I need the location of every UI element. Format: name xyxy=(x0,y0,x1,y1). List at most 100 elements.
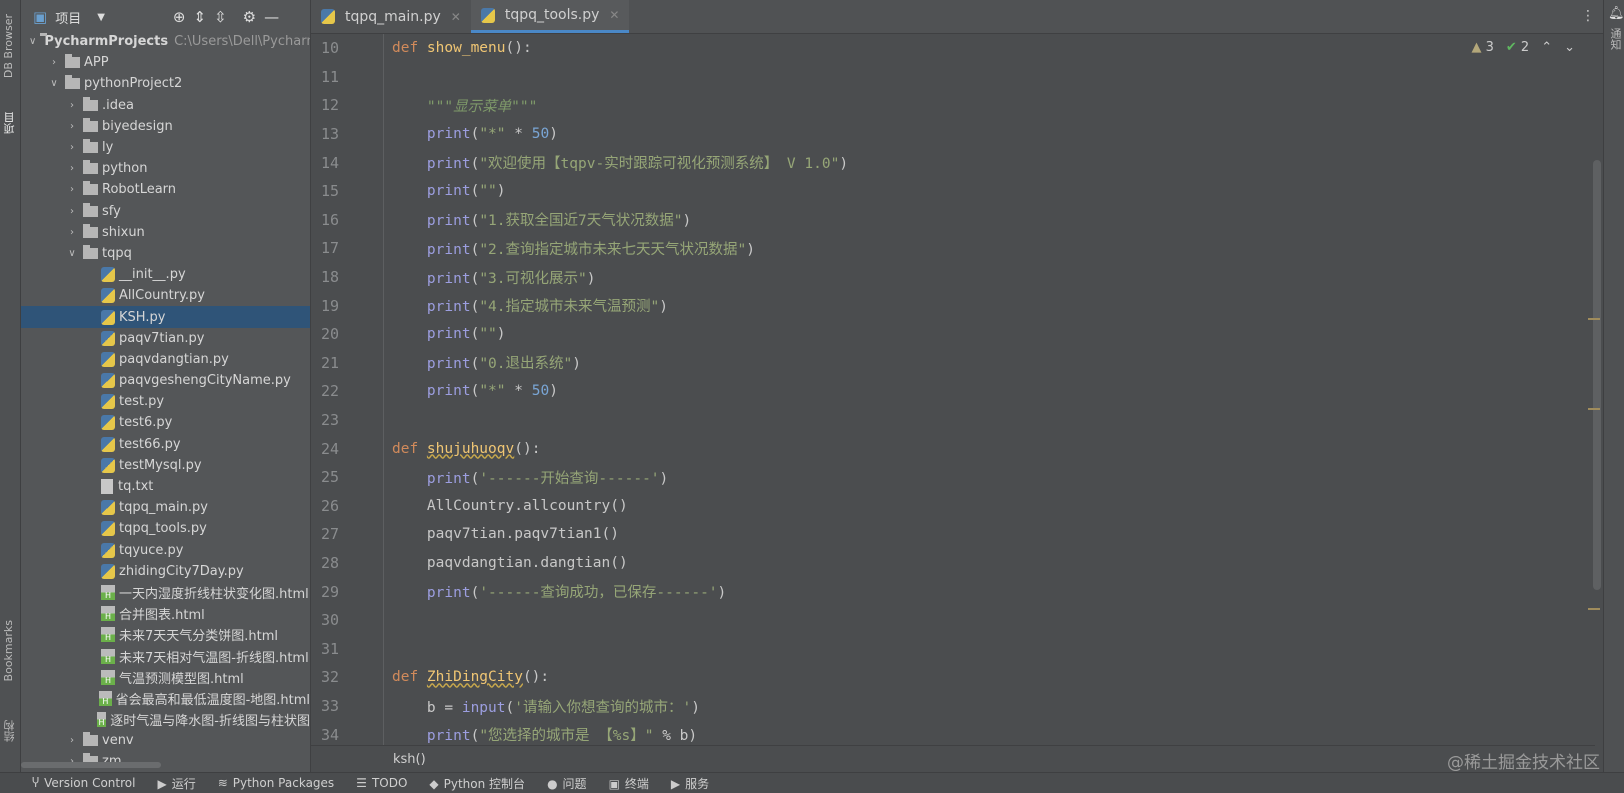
tree-item[interactable]: AllCountry.py xyxy=(21,285,310,306)
tree-item[interactable]: › sfy xyxy=(21,201,310,222)
tree-item[interactable]: › .idea xyxy=(21,95,310,116)
tool-window-todo[interactable]: ☰ TODO xyxy=(356,776,407,790)
code-editor[interactable]: 10 def show_menu(): 11 12 """显示菜单""" 13 prin… xyxy=(311,34,1595,745)
tree-item[interactable]: › ly xyxy=(21,137,310,158)
tree-item[interactable]: › RobotLearn xyxy=(21,179,310,200)
previous-highlight-icon[interactable]: ⌃ xyxy=(1541,40,1552,55)
tree-item[interactable]: tqpq_tools.py xyxy=(21,518,310,539)
tree-item[interactable]: zhidingCity7Day.py xyxy=(21,561,310,582)
sidebar-horizontal-scrollbar[interactable] xyxy=(21,762,161,768)
breadcrumb[interactable]: ksh() xyxy=(311,745,1595,772)
tree-item[interactable]: tqyuce.py xyxy=(21,540,310,561)
tree-item[interactable]: H 一天内湿度折线柱状变化图.html xyxy=(21,582,310,603)
chevron-right-icon[interactable]: › xyxy=(65,163,79,174)
tree-item[interactable]: KSH.py xyxy=(21,306,310,328)
bookmarks-tab[interactable]: Bookmarks xyxy=(2,620,15,681)
tree-item[interactable]: ∨ pythonProject2 xyxy=(21,73,310,94)
tree-item[interactable]: tq.txt xyxy=(21,476,310,497)
code-token: ) xyxy=(496,326,506,343)
project-tab[interactable]: 项目 xyxy=(2,112,18,134)
chevron-right-icon[interactable]: › xyxy=(65,121,79,132)
tree-item[interactable]: test6.py xyxy=(21,412,310,433)
tree-item[interactable]: tqpq_main.py xyxy=(21,497,310,518)
locate-icon[interactable]: ⊕ xyxy=(173,8,186,26)
tree-item[interactable]: test66.py xyxy=(21,434,310,455)
chevron-right-icon[interactable]: › xyxy=(65,227,79,238)
tree-item[interactable]: › APP xyxy=(21,52,310,73)
html-file-icon: H xyxy=(101,669,115,685)
notifications-tab[interactable]: 通知 xyxy=(1607,28,1623,50)
chevron-down-icon[interactable]: ∨ xyxy=(65,248,79,259)
chevron-right-icon[interactable]: › xyxy=(65,184,79,195)
db-browser-tab[interactable]: DB Browser xyxy=(2,14,15,78)
tool-window-services[interactable]: ▶ 服务 xyxy=(671,775,709,792)
expand-all-icon[interactable]: ⇕ xyxy=(193,8,206,26)
code-token: ( xyxy=(470,585,480,602)
code-token: "*" xyxy=(479,126,506,143)
tree-item[interactable]: ∨ tqpq xyxy=(21,243,310,264)
hide-icon[interactable]: — xyxy=(264,8,279,26)
tool-window-version-control[interactable]: Ⴤ Version Control xyxy=(32,776,135,790)
tool-window-python-console[interactable]: ◆ Python 控制台 xyxy=(429,775,525,792)
more-options-icon[interactable]: ⋮ xyxy=(1581,8,1595,24)
tree-item[interactable]: paqvgeshengCityName.py xyxy=(21,370,310,391)
chevron-right-icon[interactable]: › xyxy=(65,142,79,153)
tree-item[interactable]: H 未来7天天气分类饼图.html xyxy=(21,624,310,645)
tab-tqpq-tools-py[interactable]: tqpq_tools.py ✕ xyxy=(470,0,630,33)
project-panel: ▣ 项目 ▼ ⊕ ⇕ ⇳ ⚙ — ∨ PycharmProjects C:\User… xyxy=(21,0,327,772)
tree-item[interactable]: › venv xyxy=(21,730,310,751)
line-number: 17 xyxy=(321,239,340,258)
structure-tab[interactable]: 结构 xyxy=(2,720,18,742)
tool-window-run[interactable]: ▶ 运行 xyxy=(157,775,195,792)
inspection-widget[interactable]: ▲ 3 ✔ 2 ⌃ ⌄ xyxy=(1471,40,1575,55)
tree-item[interactable]: H 省会最高和最低温度图-地图.html xyxy=(21,688,310,709)
chevron-down-icon[interactable]: ∨ xyxy=(29,36,36,47)
chevron-down-icon[interactable]: ∨ xyxy=(47,78,61,89)
tree-item[interactable]: › shixun xyxy=(21,222,310,243)
chevron-right-icon[interactable]: › xyxy=(65,735,79,746)
tree-item[interactable]: test.py xyxy=(21,391,310,412)
tree-item[interactable]: ∨ PycharmProjects C:\Users\Dell\Pycharm xyxy=(21,31,310,52)
next-highlight-icon[interactable]: ⌄ xyxy=(1564,40,1575,55)
scroll-marker[interactable] xyxy=(1588,608,1600,610)
scroll-marker[interactable] xyxy=(1588,318,1600,320)
tree-item[interactable]: H 气温预测模型图.html xyxy=(21,667,310,688)
chevron-right-icon[interactable]: › xyxy=(65,206,79,217)
bell-icon[interactable]: 🔔︎ xyxy=(1608,6,1624,21)
tree-item[interactable]: testMysql.py xyxy=(21,455,310,476)
tool-window-python-packages[interactable]: ≋ Python Packages xyxy=(218,776,334,790)
close-icon[interactable]: ✕ xyxy=(451,10,461,24)
tool-window-problems[interactable]: ● 问题 xyxy=(547,775,587,792)
tree-item[interactable]: H 合并图表.html xyxy=(21,603,310,624)
tool-window-terminal[interactable]: ▣ 终端 xyxy=(609,775,649,792)
tree-item[interactable]: H 未来7天相对气温图-折线图.html xyxy=(21,645,310,666)
collapse-all-icon[interactable]: ⇳ xyxy=(214,8,227,26)
tab-tqpq-main-py[interactable]: tqpq_main.py ✕ xyxy=(311,0,471,33)
tree-item-label: tqpq_main.py xyxy=(119,500,208,516)
tree-item[interactable]: › biyedesign xyxy=(21,116,310,137)
weak-warning-count[interactable]: ✔ 2 xyxy=(1506,40,1529,55)
tree-item-label: tqyuce.py xyxy=(119,542,184,558)
chevron-right-icon[interactable]: › xyxy=(65,100,79,111)
editor-scrollbar[interactable] xyxy=(1593,160,1601,590)
project-view-selector[interactable]: 项目 xyxy=(55,8,81,27)
code-token: print xyxy=(426,299,471,316)
code-token: paqv7tian.paqv7tian1() xyxy=(392,526,619,543)
scroll-marker[interactable] xyxy=(1588,408,1600,410)
tree-item[interactable]: __init__.py xyxy=(21,264,310,285)
tree-item[interactable]: paqv7tian.py xyxy=(21,328,310,349)
tree-item[interactable]: H 逐时气温与降水图-折线图与柱状图 xyxy=(21,709,310,730)
tree-item[interactable]: paqvdangtian.py xyxy=(21,349,310,370)
tree-item[interactable]: › python xyxy=(21,158,310,179)
gear-icon[interactable]: ⚙ xyxy=(243,8,256,26)
close-icon[interactable]: ✕ xyxy=(609,8,619,22)
warning-count[interactable]: ▲ 3 xyxy=(1471,40,1493,55)
line-number: 26 xyxy=(321,496,340,515)
code-token: ( xyxy=(470,299,480,316)
chevron-down-icon[interactable]: ▼ xyxy=(97,12,105,23)
tree-item-label: __init__.py xyxy=(119,267,186,283)
folder-icon xyxy=(83,160,98,175)
code-token: print xyxy=(426,470,471,487)
chevron-right-icon[interactable]: › xyxy=(47,57,61,68)
